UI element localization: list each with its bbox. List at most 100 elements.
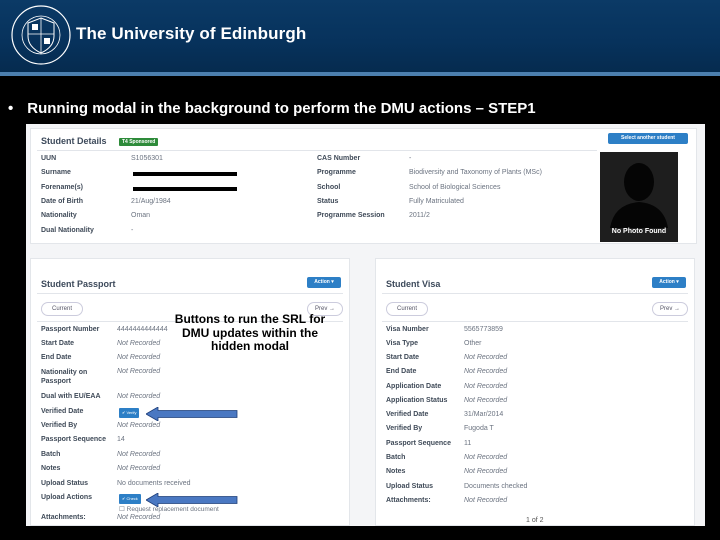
university-crest-logo bbox=[11, 5, 71, 65]
field-value: Not Recorded bbox=[117, 393, 161, 400]
student-passport-panel: Student Passport Action ▾ Current Prev →… bbox=[30, 258, 350, 526]
check-button[interactable]: ✔ Check bbox=[119, 494, 141, 504]
field-value: - bbox=[409, 155, 412, 162]
field-label: Upload Status bbox=[386, 483, 434, 490]
field-label: Application Date bbox=[386, 383, 442, 390]
field-value: Not Recorded bbox=[464, 368, 508, 375]
verify-button[interactable]: ✔ Verify bbox=[119, 408, 140, 418]
slide-title: • Running modal in the background to perf… bbox=[8, 100, 536, 117]
passport-current-button[interactable]: Current bbox=[41, 302, 83, 316]
field-value: Other bbox=[464, 340, 482, 347]
field-label: Attachments: bbox=[41, 514, 86, 521]
student-details-panel: Student Details T4 Sponsored Select anot… bbox=[30, 128, 697, 244]
field-value: Not Recorded bbox=[117, 514, 161, 521]
field-value: No documents received bbox=[117, 480, 191, 487]
field-value: 5565773859 bbox=[464, 326, 503, 333]
field-label: Status bbox=[317, 198, 339, 205]
field-label: Forename(s) bbox=[41, 184, 84, 191]
field-label: Start Date bbox=[41, 340, 75, 347]
slide-title-text: Running modal in the background to perfo… bbox=[27, 100, 536, 117]
field-value: Not Recorded bbox=[117, 465, 161, 472]
visa-action-button[interactable]: Action ▾ bbox=[652, 277, 686, 288]
header-rule bbox=[0, 72, 720, 76]
field-value: Not Recorded bbox=[117, 422, 161, 429]
university-name: The University of Edinburgh bbox=[76, 24, 307, 43]
field-label: Programme Session bbox=[317, 212, 385, 219]
callout-annotation: Buttons to run the SRL for DMU updates w… bbox=[174, 312, 326, 353]
field-value: S1056301 bbox=[131, 155, 163, 162]
field-label: Notes bbox=[41, 465, 61, 472]
field-value: - bbox=[131, 227, 134, 234]
application-screenshot: Student Details T4 Sponsored Select anot… bbox=[26, 124, 705, 526]
field-value: School of Biological Sciences bbox=[409, 184, 501, 191]
pagination-text: 1 of 2 bbox=[526, 517, 544, 524]
field-label: Verified By bbox=[41, 422, 78, 429]
bullet: • bbox=[8, 100, 14, 117]
field-label: Notes bbox=[386, 468, 406, 475]
visa-current-button[interactable]: Current bbox=[386, 302, 428, 316]
field-label: Upload Actions bbox=[41, 494, 93, 501]
field-value: 2011/2 bbox=[409, 212, 430, 219]
field-label: End Date bbox=[386, 368, 417, 375]
field-value: Not Recorded bbox=[464, 497, 508, 504]
field-label: School bbox=[317, 184, 341, 191]
field-label: Passport Sequence bbox=[41, 436, 106, 443]
divider bbox=[37, 293, 343, 294]
field-label: Verified By bbox=[386, 425, 423, 432]
field-label: Nationality on Passport bbox=[41, 369, 88, 385]
checkbox-icon: ☐ bbox=[119, 506, 127, 513]
t4-sponsored-badge: T4 Sponsored bbox=[119, 138, 159, 146]
field-value: 21/Aug/1984 bbox=[131, 198, 171, 205]
callout-arrow-icon bbox=[146, 493, 238, 507]
field-value: Not Recorded bbox=[117, 354, 161, 361]
field-label: Attachments: bbox=[386, 497, 431, 504]
field-label: Visa Type bbox=[386, 340, 419, 347]
field-value: 11 bbox=[464, 440, 472, 447]
field-label: CAS Number bbox=[317, 155, 361, 162]
field-value: 4444444444444 bbox=[117, 326, 168, 333]
student-details-title: Student Details bbox=[41, 136, 107, 146]
field-value: Biodiversity and Taxonomy of Plants (MSc… bbox=[409, 169, 542, 176]
field-value: 31/Mar/2014 bbox=[464, 411, 504, 418]
field-value: Fugoda T bbox=[464, 425, 494, 432]
select-another-student-button[interactable]: Select another student bbox=[608, 133, 688, 144]
field-label: Dual with EU/EAA bbox=[41, 393, 101, 400]
field-value: Not Recorded bbox=[117, 340, 161, 347]
request-replacement-label: Request replacement document bbox=[126, 506, 219, 513]
student-passport-title: Student Passport bbox=[41, 279, 116, 289]
field-label: Start Date bbox=[386, 354, 420, 361]
field-value: Not Recorded bbox=[464, 397, 508, 404]
redacted-surname bbox=[133, 172, 237, 176]
field-label: Verified Date bbox=[41, 408, 84, 415]
field-label: Date of Birth bbox=[41, 198, 83, 205]
field-value: Not Recorded bbox=[464, 383, 508, 390]
no-photo-caption: No Photo Found bbox=[611, 228, 667, 235]
verify-button-label: Verify bbox=[126, 410, 137, 415]
field-label: Passport Sequence bbox=[386, 440, 451, 447]
field-label: Passport Number bbox=[41, 326, 100, 333]
field-label: Nationality bbox=[41, 212, 77, 219]
field-label: End Date bbox=[41, 354, 72, 361]
student-visa-title: Student Visa bbox=[386, 279, 441, 289]
visa-prev-button[interactable]: Prev → bbox=[652, 302, 688, 316]
redacted-forename bbox=[133, 187, 237, 191]
field-value: Not Recorded bbox=[464, 468, 508, 475]
student-visa-panel: Student Visa Action ▾ Current Prev → Vis… bbox=[375, 258, 695, 526]
passport-action-button[interactable]: Action ▾ bbox=[307, 277, 341, 288]
field-label: Verified Date bbox=[386, 411, 429, 418]
divider bbox=[37, 150, 597, 151]
field-value: 14 bbox=[117, 436, 125, 443]
field-label: Surname bbox=[41, 169, 71, 176]
field-label: UUN bbox=[41, 155, 57, 162]
field-label: Programme bbox=[317, 169, 356, 176]
field-value: Not Recorded bbox=[464, 354, 508, 361]
divider bbox=[382, 321, 688, 322]
divider bbox=[382, 293, 688, 294]
field-label: Batch bbox=[41, 451, 61, 458]
header-banner: The University of Edinburgh bbox=[0, 0, 720, 76]
student-photo-placeholder: No Photo Found bbox=[600, 152, 678, 242]
field-value: Not Recorded bbox=[464, 454, 508, 461]
field-label: Upload Status bbox=[41, 480, 89, 487]
field-label: Application Status bbox=[386, 397, 448, 404]
field-value: Not Recorded bbox=[117, 368, 161, 375]
